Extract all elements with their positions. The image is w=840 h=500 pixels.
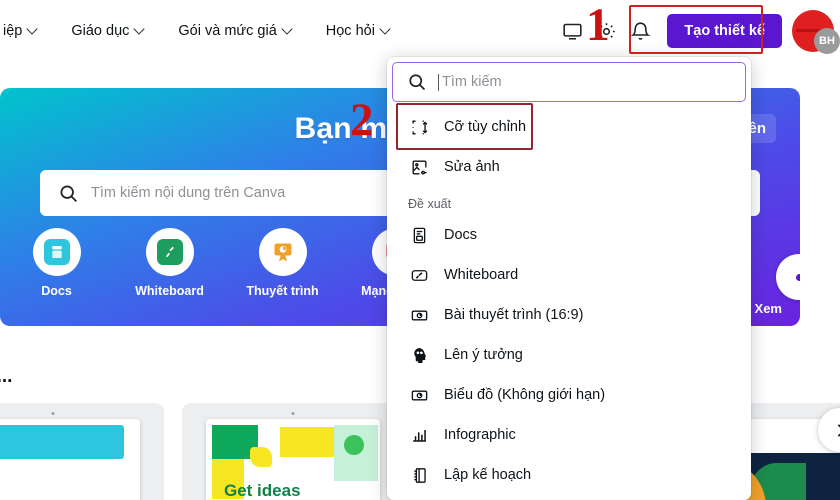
category-label: Thuyết trình bbox=[246, 284, 319, 298]
dropdown-item-label: Bài thuyết trình (16:9) bbox=[444, 307, 584, 323]
dropdown-item-brainstorm[interactable]: Lên ý tưởng bbox=[392, 335, 746, 375]
heart-sticker-icon bbox=[250, 447, 272, 467]
decor-block bbox=[280, 427, 334, 457]
nav-item-label: iệp bbox=[3, 23, 23, 39]
dropdown-item-label: Docs bbox=[444, 227, 478, 243]
gear-icon[interactable] bbox=[589, 14, 623, 48]
chevron-down-icon bbox=[283, 25, 292, 34]
dropdown-search-input[interactable]: Tìm kiếm bbox=[392, 62, 746, 102]
nav-item-hoc-hoi[interactable]: Học hỏi bbox=[309, 23, 407, 39]
nav-item-label: Giáo dục bbox=[71, 23, 130, 39]
chevron-down-icon bbox=[381, 25, 390, 34]
dropdown-item-whiteboard[interactable]: Whiteboard bbox=[392, 255, 746, 295]
top-navigation-bar: iệp Giáo dục Gói và mức giá Học hỏi Tạo … bbox=[0, 0, 840, 62]
dropdown-item-label: Cỡ tùy chỉnh bbox=[444, 119, 527, 135]
nav-right-controls: Tạo thiết kế BH bbox=[555, 10, 840, 54]
dropdown-item-planner[interactable]: Lập kế hoạch bbox=[392, 455, 746, 495]
dropdown-item-label: Whiteboard bbox=[444, 267, 519, 283]
nav-links: iệp Giáo dục Gói và mức giá Học hỏi bbox=[0, 23, 407, 39]
nav-item-label: Gói và mức giá bbox=[178, 23, 277, 39]
dropdown-item-infographic[interactable]: Infographic bbox=[392, 415, 746, 455]
chevron-down-icon bbox=[28, 25, 37, 34]
dot-icon bbox=[795, 273, 800, 281]
dropdown-section-label: Đề xuất bbox=[408, 197, 452, 211]
dropdown-item-label: Sửa ảnh bbox=[444, 159, 500, 175]
card-image-block bbox=[0, 425, 124, 459]
whiteboard-icon bbox=[156, 239, 183, 265]
create-design-button[interactable]: Tạo thiết kế bbox=[667, 14, 782, 48]
nav-item-doanh-nghiep[interactable]: iệp bbox=[0, 23, 54, 39]
category-docs[interactable]: Docs bbox=[0, 228, 113, 298]
custom-size-icon bbox=[408, 116, 430, 138]
bell-icon[interactable] bbox=[623, 14, 657, 48]
brainstorm-icon bbox=[408, 344, 430, 366]
avatar-initials-badge: BH bbox=[814, 28, 840, 54]
dropdown-item-chart-unlimited[interactable]: Biểu đồ (Không giới hạn) bbox=[392, 375, 746, 415]
text-cursor bbox=[438, 73, 439, 91]
star-sticker-icon bbox=[344, 435, 364, 455]
banner-view-label: Xem bbox=[754, 301, 782, 316]
category-label: Docs bbox=[41, 284, 72, 298]
presentation-icon bbox=[270, 239, 296, 265]
dropdown-search-placeholder: Tìm kiếm bbox=[442, 74, 502, 90]
card-text-line: Get ideas bbox=[224, 481, 301, 500]
category-label: Whiteboard bbox=[135, 284, 204, 298]
dropdown-item-label: Biểu đồ (Không giới hạn) bbox=[444, 387, 606, 403]
dropdown-item-custom-size[interactable]: Cỡ tùy chỉnh bbox=[392, 107, 746, 147]
card-thumbnail: ế uan bbox=[0, 419, 140, 500]
dropdown-item-label: Lên ý tưởng bbox=[444, 347, 523, 363]
dropdown-item-edit-photo[interactable]: Sửa ảnh bbox=[392, 147, 746, 187]
docs-icon bbox=[43, 239, 70, 265]
dropdown-item-label: Lập kế hoạch bbox=[444, 467, 532, 483]
nav-item-goi-va-muc-gia[interactable]: Gói và mức giá bbox=[161, 23, 308, 39]
category-thuyet-trinh[interactable]: Thuyết trình bbox=[226, 228, 339, 298]
template-card-get-ideas[interactable]: Get ideas flowing bbox=[182, 403, 404, 500]
dropdown-item-presentation-16-9[interactable]: Bài thuyết trình (16:9) bbox=[392, 295, 746, 335]
nav-item-giao-duc[interactable]: Giáo dục bbox=[54, 23, 161, 39]
user-avatar-wrapper[interactable]: BH bbox=[792, 10, 840, 54]
canva-homepage-screenshot: iệp Giáo dục Gói và mức giá Học hỏi Tạo … bbox=[0, 0, 840, 500]
dropdown-item-list: Cỡ tùy chỉnh Sửa ảnh Đề xuất Docs Whiteb… bbox=[387, 102, 751, 495]
search-icon bbox=[409, 74, 426, 91]
whiteboard-icon bbox=[408, 264, 430, 286]
dropdown-item-docs[interactable]: Docs bbox=[392, 215, 746, 255]
nav-item-label: Học hỏi bbox=[325, 23, 375, 39]
search-icon bbox=[60, 184, 78, 202]
search-placeholder: Tìm kiếm nội dung trên Canva bbox=[91, 185, 286, 201]
infographic-icon bbox=[408, 424, 430, 446]
card-dot bbox=[51, 412, 55, 415]
planner-icon bbox=[408, 464, 430, 486]
card-thumbnail: Get ideas flowing bbox=[206, 419, 380, 500]
presentation-icon bbox=[408, 304, 430, 326]
category-circle bbox=[32, 228, 81, 276]
template-card-doc[interactable]: ế uan bbox=[0, 403, 164, 500]
dropdown-item-label: Infographic bbox=[444, 427, 516, 443]
edit-photo-icon bbox=[408, 156, 430, 178]
chevron-down-icon bbox=[135, 25, 144, 34]
docs-icon bbox=[408, 224, 430, 246]
section-title: n thử... bbox=[0, 366, 13, 387]
create-design-dropdown-panel: Tìm kiếm Cỡ tùy chỉnh Sửa ảnh Đề xuất Do… bbox=[387, 57, 751, 500]
chart-icon bbox=[408, 384, 430, 406]
category-circle bbox=[145, 228, 194, 276]
card-dot bbox=[291, 412, 295, 415]
category-whiteboard[interactable]: Whiteboard bbox=[113, 228, 226, 298]
chevron-right-icon bbox=[837, 423, 840, 437]
monitor-icon[interactable] bbox=[555, 14, 589, 48]
category-circle bbox=[258, 228, 307, 276]
